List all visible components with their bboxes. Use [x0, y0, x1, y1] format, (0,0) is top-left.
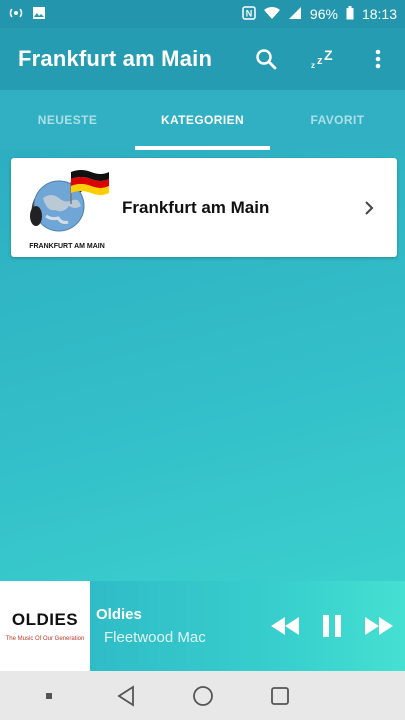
svg-text:N: N	[246, 8, 253, 18]
tab-bar: NEUESTE KATEGORIEN FAVORIT	[0, 90, 405, 150]
search-icon[interactable]	[253, 46, 279, 72]
tab-neueste[interactable]: NEUESTE	[0, 90, 135, 150]
nav-dot-icon[interactable]	[29, 676, 69, 716]
clock: 18:13	[361, 6, 397, 22]
category-card[interactable]: FRANKFURT AM MAIN Frankfurt am Main	[11, 158, 397, 257]
app-actions: z z Z	[253, 46, 391, 72]
rewind-icon[interactable]	[269, 613, 301, 639]
status-left	[8, 6, 46, 23]
tab-kategorien[interactable]: KATEGORIEN	[135, 90, 270, 150]
svg-text:z: z	[311, 61, 315, 70]
tab-favorit[interactable]: FAVORIT	[270, 90, 405, 150]
app-bar: Frankfurt am Main z z Z	[0, 28, 405, 90]
image-notification-icon	[32, 6, 46, 23]
wifi-icon	[263, 6, 280, 23]
mini-player[interactable]: OLDIES The Music Of Our Generation Oldie…	[0, 581, 405, 671]
svg-text:z: z	[317, 55, 323, 67]
category-title: Frankfurt am Main	[122, 197, 270, 217]
player-info: Oldies Fleetwood Mac	[96, 606, 269, 646]
artwork-subtitle: The Music Of Our Generation	[5, 636, 85, 642]
status-bar: N 96% 18:13	[0, 0, 405, 28]
category-logo: FRANKFURT AM MAIN	[21, 162, 113, 254]
svg-text:Z: Z	[324, 48, 333, 63]
station-artwork: OLDIES The Music Of Our Generation	[0, 581, 90, 671]
artwork-title: OLDIES	[11, 610, 79, 629]
app-title: Frankfurt am Main	[18, 46, 213, 71]
pause-icon[interactable]	[319, 613, 345, 639]
battery-level: 96%	[309, 6, 338, 22]
more-vert-icon[interactable]	[365, 46, 391, 72]
logo-caption: FRANKFURT AM MAIN	[29, 242, 105, 250]
globe-flag-icon	[30, 169, 109, 231]
battery-icon	[346, 5, 354, 23]
fast-forward-icon[interactable]	[363, 613, 395, 639]
home-icon[interactable]	[183, 676, 223, 716]
track-artist: Fleetwood Mac	[104, 629, 206, 646]
status-right: N 96% 18:13	[242, 5, 397, 23]
chevron-right-icon	[359, 198, 379, 218]
nfc-icon: N	[242, 5, 256, 23]
recents-icon[interactable]	[260, 676, 300, 716]
back-icon[interactable]	[106, 676, 146, 716]
sleep-timer-icon[interactable]: z z Z	[309, 46, 335, 72]
track-title: Oldies	[96, 606, 142, 623]
hotspot-icon	[8, 6, 24, 23]
player-controls	[269, 613, 395, 639]
signal-icon	[288, 6, 302, 23]
system-nav-bar	[0, 671, 405, 720]
